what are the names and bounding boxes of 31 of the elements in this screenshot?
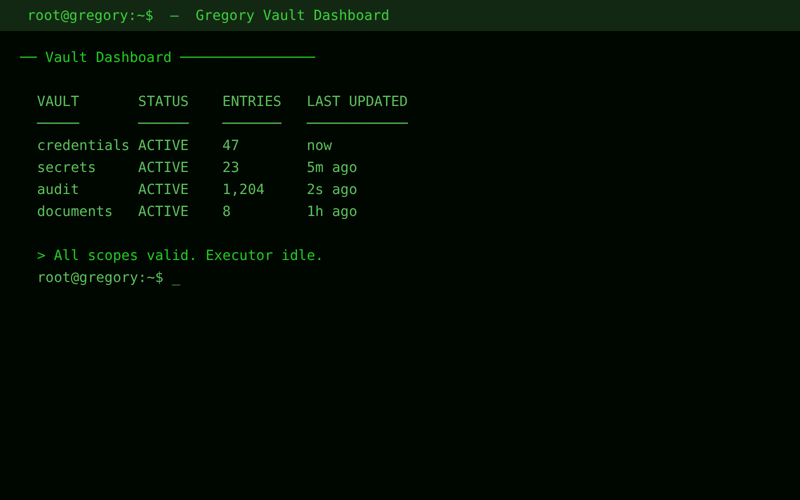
table-cell: 23 xyxy=(222,160,240,176)
column-header: VAULT xyxy=(37,94,80,110)
header-underline: ────── xyxy=(138,116,189,132)
column-header: ENTRIES xyxy=(222,94,282,110)
table-cell: 8 xyxy=(222,204,231,220)
table-cell: 47 xyxy=(222,138,240,154)
section-heading: Vault Dashboard xyxy=(45,49,172,68)
table-cell: ACTIVE xyxy=(138,204,189,220)
table-cell: credentials xyxy=(37,138,130,154)
table-cell: 1,204 xyxy=(222,182,265,198)
column-header: STATUS xyxy=(138,94,189,110)
table-cell: 5m ago xyxy=(306,160,358,176)
table-cell: 1h ago xyxy=(306,204,358,220)
header-underline: ─────── xyxy=(222,116,282,132)
table-cell: ACTIVE xyxy=(138,160,189,176)
heading-rule: ── xyxy=(20,49,37,68)
window-title: root@gregory:~$ — Gregory Vault Dashboard xyxy=(27,8,390,24)
table-cell: 2s ago xyxy=(306,182,358,198)
shell-prompt: root@gregory:~$ xyxy=(37,269,164,288)
table-cell: documents xyxy=(37,204,113,220)
status-message: > All scopes valid. Executor idle. xyxy=(37,248,324,264)
table-cell: audit xyxy=(37,182,80,198)
table-cell: ACTIVE xyxy=(138,138,189,154)
header-underline: ──────────── xyxy=(306,116,408,132)
cursor: _ xyxy=(172,269,180,288)
header-underline: ───── xyxy=(37,116,80,132)
heading-rule: ──────────────── xyxy=(180,49,315,68)
table-cell: ACTIVE xyxy=(138,182,189,198)
column-header: LAST UPDATED xyxy=(306,94,408,110)
table-cell: now xyxy=(306,138,332,154)
table-cell: secrets xyxy=(37,160,96,176)
